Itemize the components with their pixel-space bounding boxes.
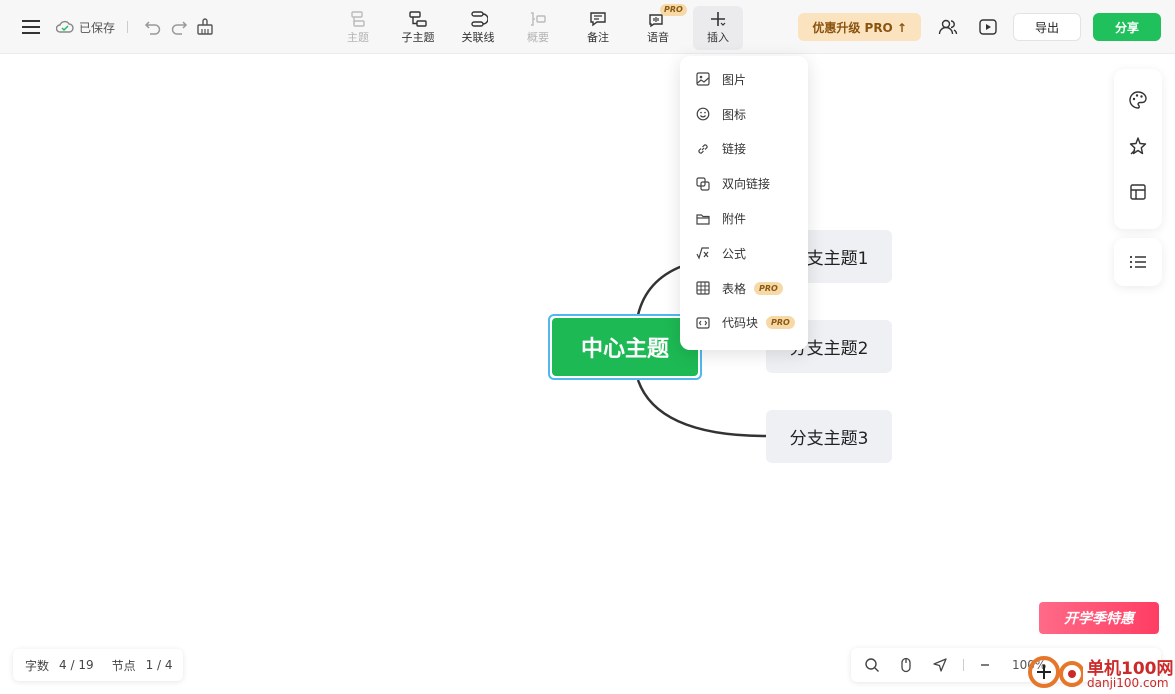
tool-topic[interactable]: 主题 [328, 6, 388, 50]
export-button[interactable]: 导出 [1013, 13, 1081, 41]
menu-item-image[interactable]: 图片 [680, 62, 808, 97]
watermark-url: danji100.com [1087, 676, 1169, 690]
tool-label: 语音 [647, 31, 669, 44]
central-topic-node[interactable]: 中心主题 [548, 314, 702, 380]
pro-badge: PRO [766, 316, 795, 330]
saved-status: 已保存 [56, 19, 115, 36]
toolbar-left: 已保存 [18, 14, 218, 40]
nodes-label: 节点 [111, 658, 136, 673]
presentation-play-icon[interactable] [975, 14, 1001, 40]
plus-icon [709, 9, 727, 29]
code-block-icon [696, 317, 710, 329]
menu-item-link[interactable]: 链接 [680, 132, 808, 167]
tool-summary[interactable]: 概要 [508, 6, 568, 50]
watermark-logo [1028, 656, 1083, 688]
mouse-icon[interactable] [893, 652, 919, 678]
pro-badge: PRO [754, 281, 783, 295]
tool-label: 插入 [707, 31, 729, 44]
search-icon[interactable] [859, 652, 885, 678]
promo-banner[interactable]: 开学季特惠 [1039, 602, 1159, 634]
upgrade-pro-button[interactable]: 优惠升级 PRO ↑ [798, 13, 921, 41]
outline-panel [1114, 238, 1162, 286]
menu-item-label: 图片 [722, 72, 747, 87]
central-topic-label: 中心主题 [552, 318, 698, 376]
word-count-status: 字数 4 / 19 节点 1 / 4 [13, 649, 183, 681]
menu-item-icon[interactable]: 图标 [680, 97, 808, 132]
tool-insert[interactable]: 插入 [693, 6, 743, 50]
zoom-out-icon[interactable] [972, 652, 998, 678]
bidirectional-link-icon [696, 177, 710, 191]
folder-icon [696, 213, 710, 225]
outline-list-icon[interactable] [1125, 249, 1151, 275]
toolbar-right: 优惠升级 PRO ↑ 导出 分享 [798, 13, 1161, 41]
tool-voice[interactable]: PRO 语音 [628, 4, 688, 50]
magic-star-icon[interactable] [1125, 133, 1151, 159]
redo-icon[interactable] [166, 14, 192, 40]
branch-topic-3[interactable]: 分支主题3 [766, 410, 892, 463]
menu-item-label: 公式 [722, 246, 747, 261]
menu-item-code-block[interactable]: 代码块 PRO [680, 306, 808, 341]
site-watermark: 单机100网 danji100.com [1025, 652, 1175, 694]
divider [963, 659, 964, 671]
locate-arrow-icon[interactable] [927, 652, 953, 678]
tool-label: 主题 [347, 31, 369, 44]
format-painter-icon[interactable] [192, 14, 218, 40]
menu-item-label: 图标 [722, 107, 747, 122]
menu-item-label: 链接 [722, 142, 747, 157]
right-side-panel [1114, 69, 1162, 229]
undo-icon[interactable] [140, 14, 166, 40]
collaborators-icon[interactable] [935, 14, 961, 40]
tool-label: 备注 [587, 31, 609, 44]
tool-relation-line[interactable]: 关联线 [448, 6, 508, 50]
pro-badge: PRO [660, 4, 687, 16]
menu-item-label: 双向链接 [722, 177, 771, 192]
tool-subtopic[interactable]: 子主题 [388, 6, 448, 50]
tool-note[interactable]: 备注 [568, 6, 628, 50]
layout-icon[interactable] [1125, 179, 1151, 205]
relation-line-icon [468, 9, 488, 29]
nodes-value: 1 / 4 [145, 658, 173, 672]
tool-label: 关联线 [461, 31, 495, 44]
formula-icon [696, 247, 709, 260]
menu-icon[interactable] [18, 14, 44, 40]
insert-dropdown-menu: 图片 图标 链接 双向链接 附件 公式 表格 PRO 代码块 PRO [680, 56, 808, 350]
menu-item-formula[interactable]: 公式 [680, 236, 808, 271]
menu-item-label: 附件 [722, 212, 747, 227]
summary-icon [528, 9, 548, 29]
menu-item-label: 代码块 [722, 316, 759, 331]
link-icon [698, 144, 708, 154]
insert-tools: 主题 子主题 关联线 概要 备注 PRO 语音 插入 [328, 4, 748, 50]
saved-label: 已保存 [79, 20, 116, 35]
menu-item-table[interactable]: 表格 PRO [680, 271, 808, 306]
note-icon [589, 9, 607, 29]
menu-item-attachment[interactable]: 附件 [680, 201, 808, 236]
menu-item-bidirectional-link[interactable]: 双向链接 [680, 166, 808, 201]
words-value: 4 / 19 [59, 658, 94, 672]
table-icon [696, 281, 710, 295]
divider [127, 21, 129, 33]
topic-icon [349, 9, 367, 29]
share-button[interactable]: 分享 [1093, 13, 1161, 41]
palette-icon[interactable] [1125, 87, 1151, 113]
connector-branch-3 [636, 379, 767, 438]
subtopic-icon [408, 9, 428, 29]
tool-label: 子主题 [401, 31, 435, 44]
menu-item-label: 表格 [722, 281, 747, 296]
words-label: 字数 [25, 658, 50, 673]
smiley-icon [696, 107, 710, 121]
image-icon [696, 72, 710, 86]
cloud-check-icon [56, 20, 74, 33]
top-toolbar: 已保存 主题 子主题 关联线 概要 备注 PRO 语音 插入 优惠升级 PRO … [0, 0, 1175, 54]
tool-label: 概要 [527, 31, 549, 44]
